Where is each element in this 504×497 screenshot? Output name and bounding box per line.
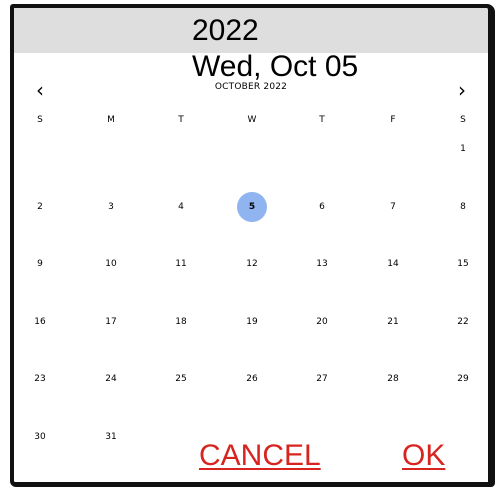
weekday-label: W <box>247 115 257 125</box>
calendar-day[interactable]: 16 <box>25 307 55 337</box>
calendar-day[interactable]: 1 <box>448 134 478 164</box>
calendar-day[interactable]: 21 <box>378 307 408 337</box>
weekday-label: T <box>319 115 325 125</box>
calendar-day[interactable]: 29 <box>448 364 478 394</box>
calendar-day[interactable]: 3 <box>96 192 126 222</box>
calendar-day[interactable]: 12 <box>237 249 267 279</box>
calendar-day[interactable]: 13 <box>307 249 337 279</box>
calendar-day[interactable]: 9 <box>25 249 55 279</box>
calendar-day[interactable]: 14 <box>378 249 408 279</box>
weekday-label: T <box>178 115 184 125</box>
calendar-day[interactable]: 20 <box>307 307 337 337</box>
calendar-day[interactable]: 30 <box>25 422 55 452</box>
calendar-day[interactable]: 27 <box>307 364 337 394</box>
calendar-day[interactable]: 2 <box>25 192 55 222</box>
calendar-day[interactable]: 28 <box>378 364 408 394</box>
calendar-day[interactable]: 18 <box>166 307 196 337</box>
weekday-label: F <box>390 115 396 125</box>
calendar-day[interactable]: 4 <box>166 192 196 222</box>
calendar-day[interactable]: 19 <box>237 307 267 337</box>
calendar-day[interactable]: 10 <box>96 249 126 279</box>
weekday-label: S <box>37 115 43 125</box>
calendar-day[interactable]: 6 <box>307 192 337 222</box>
calendar-day[interactable]: 25 <box>166 364 196 394</box>
selected-year[interactable]: 2022 <box>192 16 259 46</box>
calendar-day[interactable]: 7 <box>378 192 408 222</box>
weekday-label: S <box>460 115 466 125</box>
calendar-day[interactable]: 17 <box>96 307 126 337</box>
calendar-day-selected[interactable]: 5 <box>237 192 267 222</box>
calendar-day[interactable]: 22 <box>448 307 478 337</box>
month-label: OCTOBER 2022 <box>214 82 288 92</box>
calendar-day[interactable]: 15 <box>448 249 478 279</box>
weekday-label: M <box>107 115 115 125</box>
chevron-right-icon[interactable]: › <box>450 78 474 102</box>
calendar-day[interactable]: 24 <box>96 364 126 394</box>
cancel-button[interactable]: CANCEL <box>199 440 321 472</box>
calendar-day[interactable]: 23 <box>25 364 55 394</box>
calendar-day[interactable]: 31 <box>96 422 126 452</box>
calendar-day[interactable]: 11 <box>166 249 196 279</box>
selected-date: Wed, Oct 05 <box>192 50 359 83</box>
ok-button[interactable]: OK <box>402 440 445 472</box>
calendar-day[interactable]: 8 <box>448 192 478 222</box>
date-picker-dialog: 2022 Wed, Oct 05 ‹ OCTOBER 2022 › SMTWTF… <box>10 4 495 487</box>
calendar-day[interactable]: 26 <box>237 364 267 394</box>
